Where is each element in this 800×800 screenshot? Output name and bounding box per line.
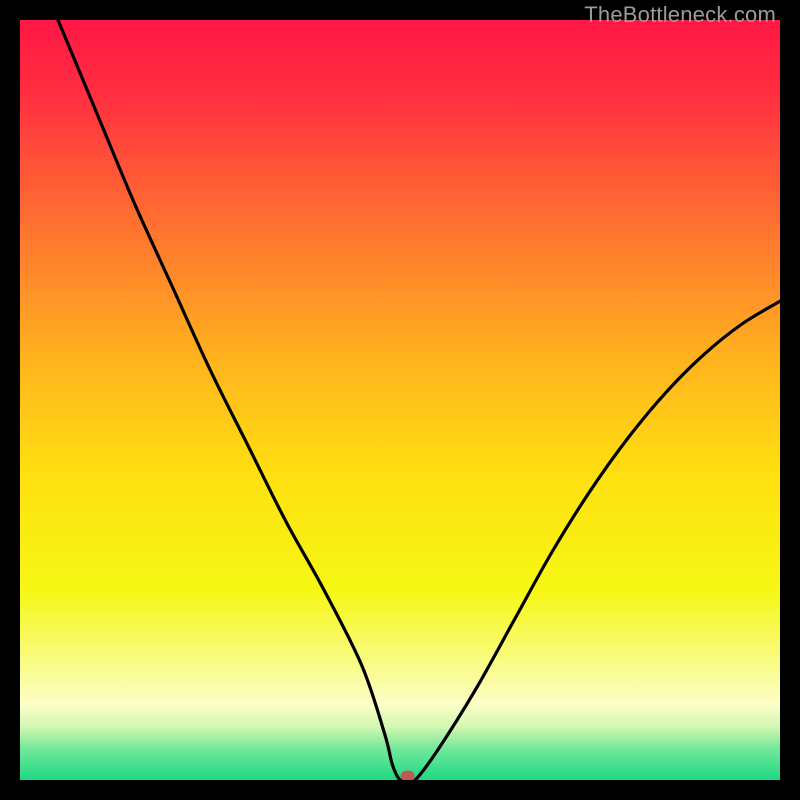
watermark-text: TheBottleneck.com xyxy=(584,2,776,28)
gradient-background xyxy=(20,20,780,780)
bottleneck-chart xyxy=(20,20,780,780)
chart-frame xyxy=(20,20,780,780)
